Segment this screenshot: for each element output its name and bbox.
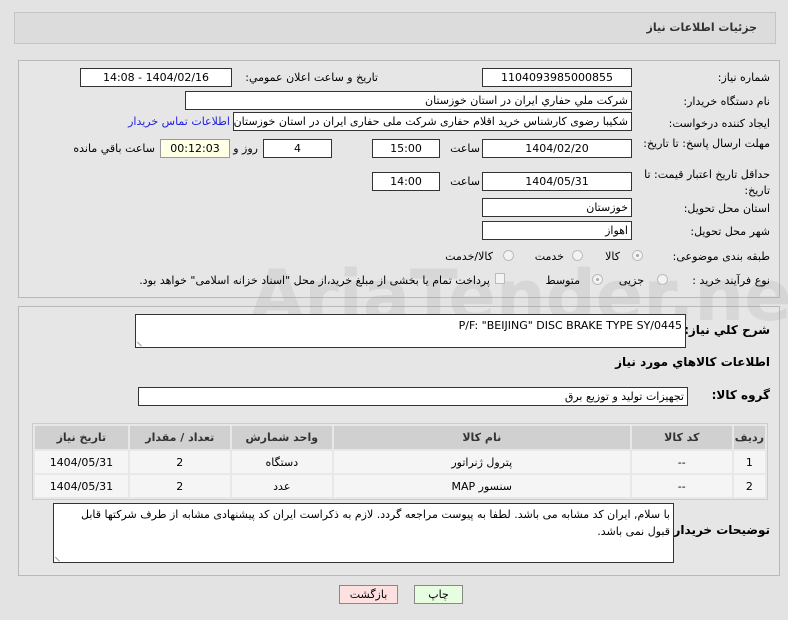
announce-field[interactable]: 1404/02/16 - 14:08 — [80, 68, 232, 87]
category-service-label: خدمت — [534, 250, 564, 263]
remaining-label: ساعت باقي مانده — [73, 142, 155, 155]
deadline-label: مهلت ارسال پاسخ: تا تاریخ: — [643, 137, 770, 150]
validity-hour-label: ساعت — [450, 175, 480, 188]
goods-table: ردیف کد کالا نام کالا واحد شمارش تعداد /… — [32, 423, 768, 500]
page-title: جزئیات اطلاعات نیاز — [646, 21, 758, 34]
process-minor-label: جزیی — [618, 274, 644, 287]
goods-heading: اطلاعات کالاهاي مورد نیاز — [615, 355, 770, 369]
notes-textarea[interactable]: با سلام, ایران کد مشابه می باشد. لطفا به… — [53, 503, 674, 563]
col-name: نام کالا — [333, 426, 630, 449]
category-both-label: کالا/خدمت — [445, 250, 493, 263]
process-minor-radio[interactable] — [657, 274, 668, 285]
days-field[interactable]: 4 — [263, 139, 332, 158]
process-medium-radio[interactable] — [592, 274, 603, 285]
cell-unit: عدد — [231, 475, 332, 497]
city-label: شهر محل تحویل: — [690, 225, 770, 238]
description-textarea[interactable]: P/F: "BEIJING" DISC BRAKE TYPE SY/0445 — [135, 314, 686, 348]
province-label: استان محل تحویل: — [683, 202, 770, 215]
cell-code: -- — [631, 451, 732, 473]
cell-row: 2 — [733, 475, 765, 497]
group-field[interactable]: تجهیزات تولید و توزیع برق — [138, 387, 688, 406]
category-both-radio[interactable] — [503, 250, 514, 261]
resize-grip[interactable] — [54, 552, 65, 562]
category-service-radio[interactable] — [572, 250, 583, 261]
description-text: P/F: "BEIJING" DISC BRAKE TYPE SY/0445 — [458, 319, 682, 332]
cell-date: 1404/05/31 — [35, 451, 128, 473]
description-label: شرح کلي نیاز: — [684, 323, 770, 337]
creator-field[interactable]: شکیبا رضوی کارشناس خرید اقلام حفاری شرکت… — [233, 112, 632, 131]
buyer-label: نام دستگاه خریدار: — [683, 95, 770, 108]
table-header-row: ردیف کد کالا نام کالا واحد شمارش تعداد /… — [35, 426, 765, 449]
contact-buyer-link[interactable]: اطلاعات تماس خریدار — [128, 115, 230, 128]
category-goods-label: کالا — [605, 250, 620, 263]
cell-name: پترول ژنراتور — [333, 451, 630, 473]
deadline-date-field[interactable]: 1404/02/20 — [482, 139, 632, 158]
col-qty: تعداد / مقدار — [129, 426, 230, 449]
table-row: 1 -- پترول ژنراتور دستگاه 2 1404/05/31 — [35, 451, 765, 473]
validity-label: حداقل تاریخ اعتبار قیمت: تا تاریخ: — [644, 168, 770, 197]
group-label: گروه کالا: — [711, 388, 770, 402]
col-date: تاریخ نیاز — [35, 426, 128, 449]
payment-note: پرداخت تمام یا بخشی از مبلغ خرید،از محل … — [139, 274, 490, 287]
buyer-field[interactable]: شرکت ملي حفاري ايران در استان خوزستان — [185, 91, 632, 110]
category-label: طبقه بندی موضوعی: — [672, 250, 770, 263]
need-number-field[interactable]: 1104093985000855 — [482, 68, 632, 87]
cell-date: 1404/05/31 — [35, 475, 128, 497]
remaining-time-field: 00:12:03 — [160, 139, 230, 158]
treasury-checkbox[interactable] — [495, 273, 505, 284]
cell-qty: 2 — [129, 451, 230, 473]
validity-time-field[interactable]: 14:00 — [372, 172, 440, 191]
deadline-time-field[interactable]: 15:00 — [372, 139, 440, 158]
process-label: نوع فرآیند خرید : — [692, 274, 770, 287]
notes-text: با سلام, ایران کد مشابه می باشد. لطفا به… — [81, 508, 670, 538]
creator-label: ایجاد کننده درخواست: — [668, 117, 770, 130]
cell-name: سنسور MAP — [333, 475, 630, 497]
deadline-hour-label: ساعت — [450, 142, 480, 155]
announce-label: تاریخ و ساعت اعلان عمومي: — [245, 71, 378, 84]
validity-date-field[interactable]: 1404/05/31 — [482, 172, 632, 191]
process-medium-label: متوسط — [545, 274, 580, 287]
need-number-label: شماره نیاز: — [717, 71, 770, 84]
page-header: جزئیات اطلاعات نیاز — [14, 12, 776, 44]
resize-grip[interactable] — [136, 337, 147, 347]
category-goods-radio[interactable] — [632, 250, 643, 261]
col-row: ردیف — [733, 426, 765, 449]
cell-row: 1 — [733, 451, 765, 473]
back-button[interactable]: بازگشت — [339, 585, 398, 604]
days-label: روز و — [233, 142, 258, 155]
cell-code: -- — [631, 475, 732, 497]
cell-unit: دستگاه — [231, 451, 332, 473]
province-field[interactable]: خوزستان — [482, 198, 632, 217]
city-field[interactable]: اهواز — [482, 221, 632, 240]
col-code: کد کالا — [631, 426, 732, 449]
notes-label: توضیحات خریدار: — [668, 523, 770, 537]
cell-qty: 2 — [129, 475, 230, 497]
print-button[interactable]: چاپ — [414, 585, 463, 604]
table-row: 2 -- سنسور MAP عدد 2 1404/05/31 — [35, 475, 765, 497]
page: جزئیات اطلاعات نیاز AriaTender.net شماره… — [0, 0, 788, 620]
col-unit: واحد شمارش — [231, 426, 332, 449]
